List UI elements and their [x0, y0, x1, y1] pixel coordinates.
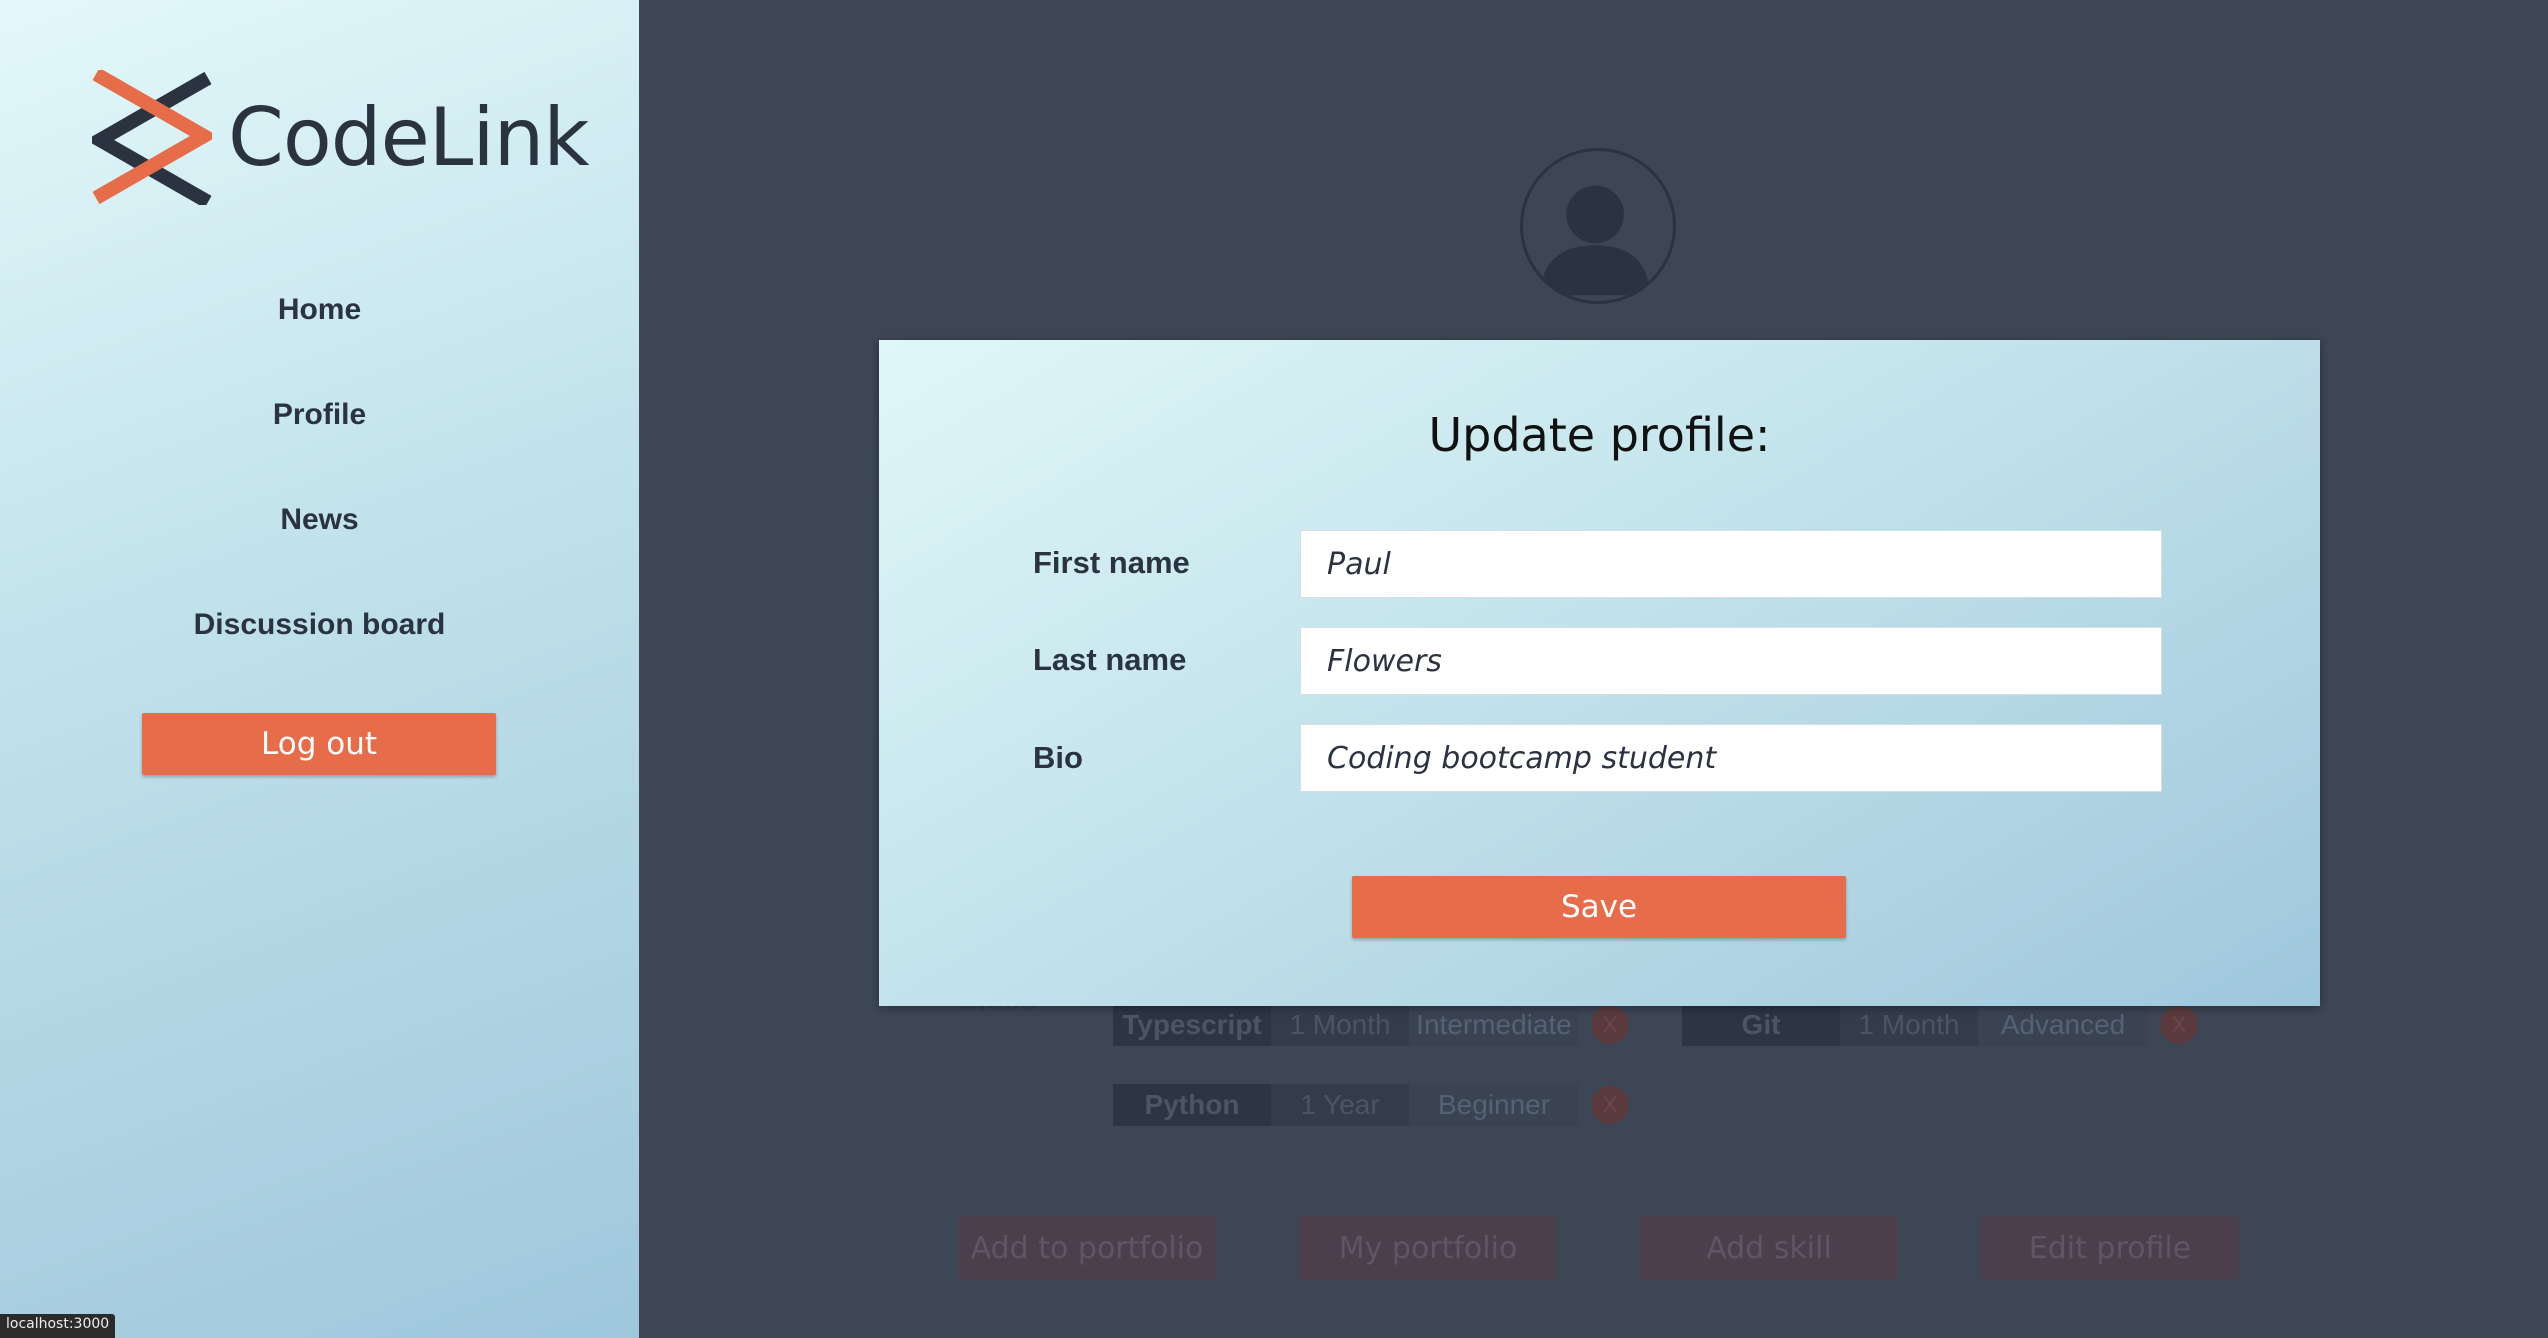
logo[interactable]: CodeLink — [92, 70, 590, 205]
edit-profile-button[interactable]: Edit profile — [1981, 1216, 2239, 1280]
add-skill-button[interactable]: Add skill — [1640, 1216, 1898, 1280]
modal-title: Update profile: — [1428, 408, 1771, 462]
logout-button[interactable]: Log out — [142, 713, 496, 775]
skill-level: Beginner — [1409, 1084, 1579, 1126]
skill-name: Git — [1682, 1004, 1840, 1046]
add-to-portfolio-button[interactable]: Add to portfolio — [958, 1216, 1216, 1280]
remove-skill-button[interactable]: X — [1591, 1006, 1629, 1044]
sidebar: CodeLink Home Profile News Discussion bo… — [0, 0, 639, 1338]
skill-duration: 1 Year — [1271, 1084, 1409, 1126]
logo-text: CodeLink — [228, 91, 590, 184]
first-name-input[interactable] — [1300, 530, 2162, 598]
skill-duration: 1 Month — [1840, 1004, 1978, 1046]
nav-home[interactable]: Home — [0, 293, 639, 327]
bio-input[interactable] — [1300, 724, 2162, 792]
skill-name: Python — [1113, 1084, 1271, 1126]
nav-news[interactable]: News — [0, 503, 639, 537]
remove-skill-button[interactable]: X — [2160, 1006, 2198, 1044]
user-avatar-icon — [1540, 185, 1650, 296]
status-bar: localhost:3000 — [0, 1314, 116, 1338]
skill-chip: Python 1 Year Beginner X — [1113, 1084, 1629, 1126]
my-portfolio-button[interactable]: My portfolio — [1299, 1216, 1557, 1280]
update-profile-modal: Update profile: First name Last name Bio… — [879, 340, 2320, 1006]
nav-discussion-board[interactable]: Discussion board — [0, 608, 639, 642]
codelink-logo-icon — [92, 70, 212, 205]
skill-chip: Git 1 Month Advanced X — [1682, 1004, 2198, 1046]
save-button[interactable]: Save — [1352, 876, 1846, 938]
skill-level: Intermediate — [1409, 1004, 1579, 1046]
skill-level: Advanced — [1978, 1004, 2148, 1046]
skill-duration: 1 Month — [1271, 1004, 1409, 1046]
first-name-label: First name — [1033, 545, 1190, 580]
nav-profile[interactable]: Profile — [0, 398, 639, 432]
last-name-input[interactable] — [1300, 627, 2162, 695]
bio-label: Bio — [1033, 740, 1083, 775]
avatar — [1520, 148, 1676, 304]
remove-skill-button[interactable]: X — [1591, 1086, 1629, 1124]
last-name-label: Last name — [1033, 642, 1187, 677]
skill-name: Typescript — [1113, 1004, 1271, 1046]
skill-chip: Typescript 1 Month Intermediate X — [1113, 1004, 1629, 1046]
